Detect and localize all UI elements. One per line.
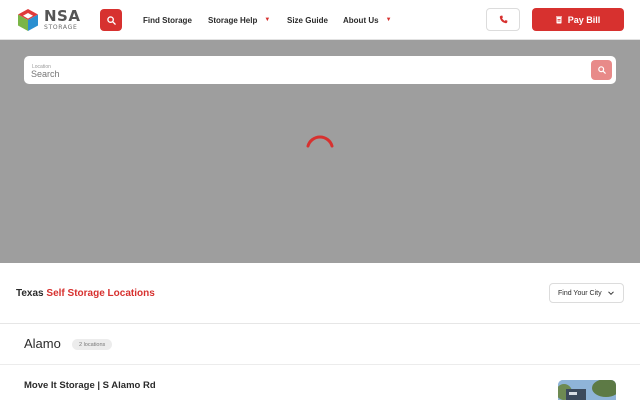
locations-title: Texas Self Storage Locations (16, 288, 155, 299)
pay-bill-button[interactable]: Pay Bill (532, 8, 624, 31)
city-section-header: Alamo 2 locations (0, 325, 640, 365)
facility-photo[interactable] (558, 380, 616, 400)
nav-about-us-label: About Us (343, 15, 379, 25)
locations-title-accent: Self Storage Locations (46, 288, 155, 299)
logo-cube-icon (18, 9, 38, 31)
nav-find-storage[interactable]: Find Storage (143, 0, 192, 40)
location-search-button[interactable] (591, 60, 612, 80)
facility-photo-image (558, 380, 616, 400)
nsa-storage-logo[interactable]: NSA STORAGE (16, 7, 82, 33)
location-search-box: Location (24, 56, 616, 84)
search-icon (597, 66, 606, 74)
caret-down-icon: ▼ (385, 17, 392, 23)
find-city-label: Find Your City (558, 289, 602, 297)
logo-name: NSA (44, 7, 81, 25)
facility-list-item[interactable]: Move It Storage | S Alamo Rd (0, 365, 640, 400)
header-search-button[interactable] (100, 9, 122, 31)
find-city-select[interactable]: Find Your City (549, 283, 624, 303)
locations-header: Texas Self Storage Locations Find Your C… (0, 263, 640, 324)
location-count-badge: 2 locations (72, 339, 113, 350)
caret-down-icon: ▼ (264, 17, 271, 23)
nav-size-guide[interactable]: Size Guide (287, 0, 328, 40)
nav-storage-help-label: Storage Help (208, 15, 258, 25)
site-header: NSA STORAGE Find Storage Storage Help ▼ … (0, 0, 640, 40)
phone-icon (499, 15, 507, 24)
location-search-input[interactable] (31, 68, 571, 80)
search-icon (106, 15, 116, 25)
nav-storage-help[interactable]: Storage Help ▼ (208, 0, 270, 40)
nav-size-guide-label: Size Guide (287, 15, 328, 25)
loading-spinner-icon (306, 135, 334, 148)
nav-find-storage-label: Find Storage (143, 15, 192, 25)
phone-button[interactable] (486, 8, 520, 31)
map-area[interactable]: Location (0, 40, 640, 263)
pay-bill-label: Pay Bill (567, 14, 601, 25)
chevron-down-icon (608, 291, 614, 296)
bill-icon (555, 15, 562, 23)
nav-about-us[interactable]: About Us ▼ (343, 0, 392, 40)
city-name: Alamo (24, 336, 61, 351)
facility-name[interactable]: Move It Storage | S Alamo Rd (24, 380, 156, 391)
state-name: Texas (16, 288, 44, 299)
logo-subtitle: STORAGE (44, 24, 78, 31)
